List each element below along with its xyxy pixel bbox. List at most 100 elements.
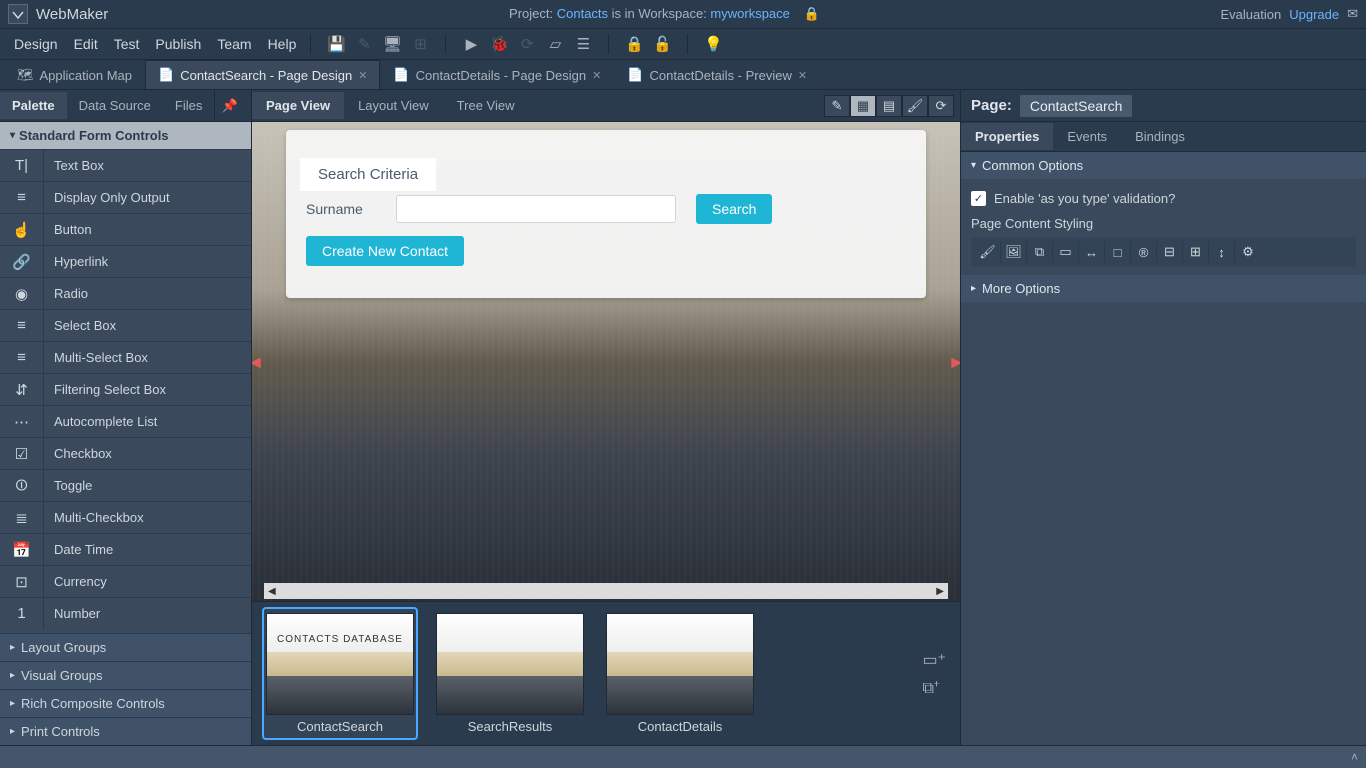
palette-group-header[interactable]: ▸ Print Controls [0, 717, 251, 745]
palette-item[interactable]: ☑Checkbox [0, 437, 251, 469]
erase-icon[interactable]: ▱ [546, 35, 564, 53]
palette-item-icon: ⏼ [0, 470, 44, 501]
page-thumbnail[interactable]: ContactDetails [602, 607, 758, 740]
palette-item[interactable]: 🔗Hyperlink [0, 245, 251, 277]
close-icon[interactable]: ✕ [358, 69, 367, 82]
file-tab[interactable]: 🗺Application Map [4, 60, 145, 89]
palette-item-icon: ⊡ [0, 566, 44, 597]
page-thumbnail[interactable]: CONTACTS DATABASEContactSearch [262, 607, 418, 740]
play-icon[interactable]: ▶ [462, 35, 480, 53]
canvas-hscrollbar[interactable]: ◀▶ [264, 583, 948, 599]
close-icon[interactable]: ✕ [592, 69, 601, 82]
project-link[interactable]: Contacts [557, 6, 608, 21]
menu-help[interactable]: Help [260, 32, 305, 56]
palette-item[interactable]: ⇵Filtering Select Box [0, 373, 251, 405]
menu-publish[interactable]: Publish [147, 32, 209, 56]
palette-item[interactable]: ≡Multi-Select Box [0, 341, 251, 373]
save-icon[interactable]: 💾 [327, 35, 345, 53]
palette-list: ▾ Standard Form ControlsT|Text Box≡Displ… [0, 122, 251, 745]
palette-group-header[interactable]: ▸ Rich Composite Controls [0, 689, 251, 717]
left-tab-pin-icon[interactable]: 📌 [214, 90, 244, 121]
right-tab-bindings[interactable]: Bindings [1121, 123, 1199, 150]
style-rect-icon[interactable]: ▭ [1053, 241, 1079, 263]
palette-item-label: Toggle [44, 478, 92, 493]
more-options-label: More Options [982, 281, 1060, 296]
palette-item[interactable]: ≡Select Box [0, 309, 251, 341]
right-resize-handle[interactable]: ▶ [951, 353, 960, 370]
tool-edit-icon[interactable]: ✎ [824, 95, 850, 117]
create-contact-button[interactable]: Create New Contact [306, 236, 464, 266]
style-box-icon[interactable]: □ [1105, 241, 1131, 263]
search-button[interactable]: Search [696, 194, 772, 224]
palette-item[interactable]: 1Number [0, 597, 251, 629]
upgrade-link[interactable]: Upgrade [1289, 7, 1339, 22]
tool-layout1-icon[interactable]: ▦ [850, 95, 876, 117]
palette-item[interactable]: ⊡Currency [0, 565, 251, 597]
validation-checkbox[interactable]: ✓ [971, 191, 986, 206]
menu-edit[interactable]: Edit [66, 32, 106, 56]
style-grid-icon[interactable]: ⊞ [1183, 241, 1209, 263]
lock-icon[interactable]: 🔒 [804, 6, 820, 21]
right-tab-properties[interactable]: Properties [961, 123, 1053, 150]
server-icon[interactable]: ☰ [574, 35, 592, 53]
palette-item[interactable]: 📅Date Time [0, 533, 251, 565]
page-thumbnail[interactable]: SearchResults [432, 607, 588, 740]
hint-icon[interactable]: 💡 [704, 35, 722, 53]
style-copy-icon[interactable]: ⧉ [1027, 241, 1053, 263]
style-harrow-icon[interactable]: ↔ [1079, 241, 1105, 263]
left-tab-files[interactable]: Files [163, 92, 214, 119]
add-page-icon[interactable]: ▭⁺ [922, 650, 946, 670]
style-hdivide-icon[interactable]: ⊟ [1157, 241, 1183, 263]
file-tab-label: ContactDetails - Page Design [416, 68, 587, 83]
palette-group-header[interactable]: ▸ Visual Groups [0, 661, 251, 689]
file-tab[interactable]: 📄ContactDetails - Page Design✕ [380, 60, 614, 89]
menu-design[interactable]: Design [6, 32, 66, 56]
tool-layout2-icon[interactable]: ▤ [876, 95, 902, 117]
palette-item[interactable]: T|Text Box [0, 149, 251, 181]
design-canvas[interactable]: ◀ ▶ Search Criteria Surname Search Creat… [252, 122, 960, 601]
bug-icon[interactable]: 🐞 [490, 35, 508, 53]
palette-item-label: Multi-Select Box [44, 350, 148, 365]
style-varrow-icon[interactable]: ↕ [1209, 241, 1235, 263]
menu-team[interactable]: Team [209, 32, 259, 56]
preview-form-card[interactable]: Search Criteria Surname Search Create Ne… [286, 130, 926, 298]
menu-test[interactable]: Test [106, 32, 148, 56]
tool-refresh-icon[interactable]: ⟳ [928, 95, 954, 117]
palette-item[interactable]: ≡Display Only Output [0, 181, 251, 213]
reload-icon: ⟳ [518, 35, 536, 53]
center-tab-layout-view[interactable]: Layout View [344, 92, 443, 119]
palette-item[interactable]: ⋯Autocomplete List [0, 405, 251, 437]
validation-label: Enable 'as you type' validation? [994, 191, 1175, 206]
surname-input[interactable] [396, 195, 676, 223]
statusbar-expand-icon[interactable]: ˄ [1351, 750, 1358, 764]
palette-item[interactable]: ≣Multi-Checkbox [0, 501, 251, 533]
center-tab-page-view[interactable]: Page View [252, 92, 344, 119]
palette-item-icon: ≡ [0, 182, 44, 213]
palette-item[interactable]: ☝Button [0, 213, 251, 245]
more-options-header[interactable]: ▸ More Options [961, 275, 1366, 302]
style-registered-icon[interactable]: ® [1131, 241, 1157, 263]
center-tab-tree-view[interactable]: Tree View [443, 92, 529, 119]
workspace-link[interactable]: myworkspace [710, 6, 789, 21]
device-icon[interactable]: 🖥 [383, 35, 401, 53]
palette-group-header[interactable]: ▸ Layout Groups [0, 633, 251, 661]
style-paint-icon[interactable]: 🖌 [975, 241, 1001, 263]
common-options-header[interactable]: ▾ Common Options [961, 152, 1366, 179]
style-settings-icon[interactable]: ⚙ [1235, 241, 1261, 263]
file-tab[interactable]: 📄ContactDetails - Preview✕ [614, 60, 820, 89]
file-tab[interactable]: 📄ContactSearch - Page Design✕ [145, 60, 380, 89]
left-tab-data-source[interactable]: Data Source [67, 92, 163, 119]
left-tab-palette[interactable]: Palette [0, 92, 67, 119]
left-resize-handle[interactable]: ◀ [252, 353, 261, 370]
tool-brush-icon[interactable]: 🖌 [902, 95, 928, 117]
right-tab-events[interactable]: Events [1053, 123, 1121, 150]
palette-item[interactable]: ◉Radio [0, 277, 251, 309]
palette-item-label: Button [44, 222, 92, 237]
mail-icon[interactable]: ✉ [1347, 6, 1358, 22]
palette-group-header[interactable]: ▾ Standard Form Controls [0, 122, 251, 149]
palette-item[interactable]: ⏼Toggle [0, 469, 251, 501]
style-image-icon[interactable]: 🖼 [1001, 241, 1027, 263]
duplicate-page-icon[interactable]: ⧉⁺ [922, 680, 946, 698]
locked-icon[interactable]: 🔒 [625, 35, 643, 53]
close-icon[interactable]: ✕ [798, 69, 807, 82]
